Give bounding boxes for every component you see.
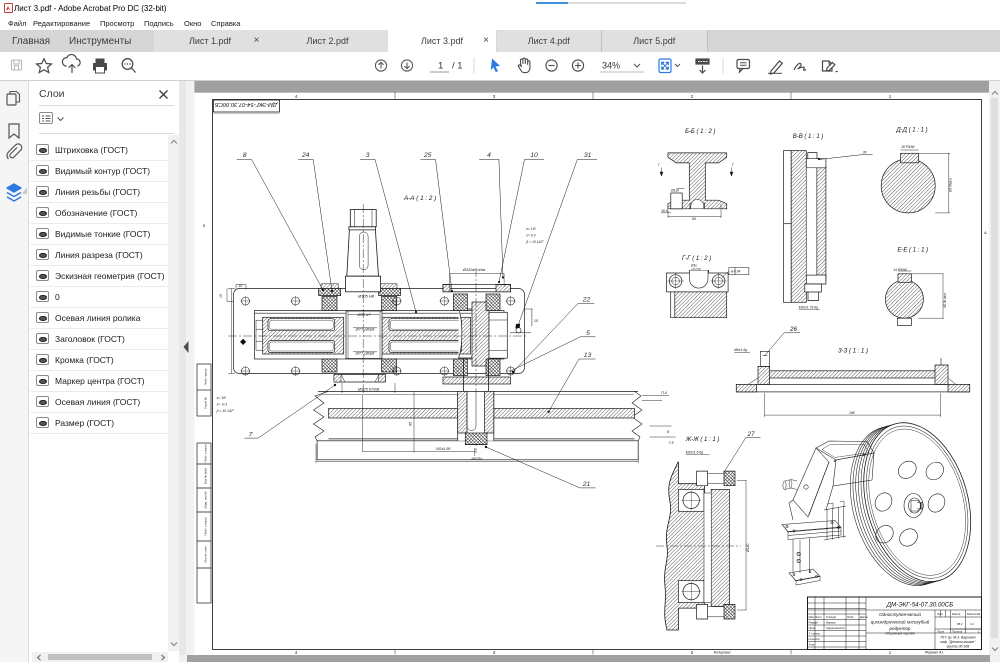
svg-text:Разраб: Разраб	[809, 621, 819, 625]
svg-text:⊕ 0.04: ⊕ 0.04	[731, 270, 741, 274]
svg-text:β = 10.142°: β = 10.142°	[216, 409, 235, 413]
svg-text:Д-Д ( 1 : 1 ): Д-Д ( 1 : 1 )	[896, 128, 928, 134]
svg-text:группа Зб-638: группа Зб-638	[947, 645, 970, 649]
svg-text:14 P9/h9: 14 P9/h9	[893, 268, 906, 272]
svg-text:А-А ( 1 : 2 ): А-А ( 1 : 2 )	[403, 195, 436, 202]
svg-text:Е-Е ( 1 : 1 ): Е-Е ( 1 : 1 )	[897, 248, 928, 254]
svg-text:Ø30 k7: Ø30 k7	[357, 312, 372, 317]
svg-text:Иванов: Иванов	[826, 621, 836, 625]
svg-text:16.6: 16.6	[661, 209, 668, 213]
svg-text:34%: 34%	[602, 61, 620, 71]
svg-text:1: 1	[438, 61, 443, 72]
svg-text:Сборочный чертёж: Сборочный чертёж	[885, 632, 915, 636]
svg-text:10: 10	[530, 152, 538, 159]
svg-text:13: 13	[584, 352, 592, 359]
svg-text:7.5: 7.5	[669, 441, 674, 445]
svg-text:Подп: Подп	[847, 615, 854, 619]
svg-text:цилиндрический косозубый: цилиндрический косозубый	[871, 619, 930, 625]
svg-text:8: 8	[667, 430, 669, 434]
svg-text:95: 95	[409, 422, 413, 426]
svg-text:22: 22	[582, 297, 591, 304]
svg-text:Подп. и дата: Подп. и дата	[204, 517, 208, 535]
svg-text:М6х1-6g: М6х1-6g	[734, 348, 747, 352]
svg-text:Лист: Лист	[936, 630, 945, 634]
svg-text:Инв № подл: Инв № подл	[204, 546, 208, 563]
svg-text:242х1.95: 242х1.95	[435, 447, 451, 451]
svg-text:ДМ-ЭКГ-54-07.30.00СБ: ДМ-ЭКГ-54-07.30.00СБ	[215, 101, 278, 107]
svg-text:Масштаб: Масштаб	[967, 612, 980, 616]
svg-text:Чернилевский: Чернилевский	[826, 626, 845, 630]
svg-text:Ø77 p8/p8: Ø77 p8/p8	[355, 326, 375, 331]
svg-text:β = 10.142°: β = 10.142°	[525, 240, 544, 244]
svg-text:24: 24	[301, 152, 310, 159]
svg-text:z= 10!: z= 10!	[216, 396, 226, 400]
svg-text:редуктор: редуктор	[889, 626, 911, 631]
svg-text:М10х1.5-6g: М10х1.5-6g	[686, 451, 704, 455]
svg-text:Ø678+: Ø678+	[471, 457, 483, 461]
svg-text:25: 25	[423, 152, 432, 159]
svg-text:28: 28	[862, 150, 867, 154]
svg-text:# докум: # докум	[826, 615, 836, 619]
svg-text:84: 84	[692, 217, 696, 221]
svg-text:Лит.: Лит.	[936, 612, 944, 616]
svg-text:3: 3	[366, 152, 370, 159]
svg-text:4: 4	[487, 152, 491, 159]
svg-text:Т. контр: Т. контр	[809, 632, 821, 636]
svg-text:Подп. и дата: Подп. и дата	[204, 444, 208, 462]
svg-text:+0.010: +0.010	[691, 268, 701, 272]
svg-text:Изм Лист: Изм Лист	[809, 615, 823, 619]
svg-text:x= 0.3: x= 0.3	[525, 234, 535, 238]
svg-text:П.4: П.4	[661, 391, 667, 395]
svg-text:Ø140: Ø140	[746, 544, 750, 553]
svg-text:М10х1.75-6g: М10х1.75-6g	[799, 306, 818, 310]
svg-text:Ø105 H8: Ø105 H8	[357, 294, 375, 299]
svg-text:Листов: Листов	[951, 630, 963, 634]
svg-text:27: 27	[747, 431, 755, 438]
svg-text:Подп. присм: Подп. присм	[204, 369, 208, 386]
svg-text:Инв № дубл: Инв № дубл	[204, 468, 208, 485]
svg-text:Дата: Дата	[859, 615, 868, 619]
svg-text:198: 198	[849, 411, 855, 415]
svg-text:каф. "Детали машин": каф. "Детали машин"	[941, 640, 977, 644]
svg-text:Г-Г ( 1 : 2 ): Г-Г ( 1 : 2 )	[682, 256, 711, 262]
svg-text:Формат А1: Формат А1	[925, 651, 944, 655]
svg-text:31: 31	[584, 152, 592, 159]
svg-text:Ø77 p8/p8: Ø77 p8/p8	[355, 350, 375, 355]
svg-text:Ж-Ж ( 1 : 1 ): Ж-Ж ( 1 : 1 )	[685, 437, 720, 443]
svg-text:/ 1: / 1	[452, 61, 463, 72]
svg-text:ДМ-ЭКГ-54-07.30.00СБ: ДМ-ЭКГ-54-07.30.00СБ	[886, 602, 953, 609]
svg-text:ПГУ гр. М-3. Вариант: ПГУ гр. М-3. Вариант	[940, 636, 975, 640]
svg-text:18 P9/h9: 18 P9/h9	[901, 145, 914, 149]
svg-text:Ø125 k7/пВ: Ø125 k7/пВ	[357, 386, 379, 391]
svg-text:Ø176кв.н: Ø176кв.н	[949, 178, 953, 193]
svg-text:15: 15	[219, 294, 223, 298]
svg-text:Город №: Город №	[204, 396, 208, 409]
svg-text:16: 16	[239, 284, 243, 288]
svg-text:1:2: 1:2	[970, 622, 974, 626]
svg-text:Одноступенчатый: Одноступенчатый	[879, 611, 921, 617]
svg-text:z= 10!: z= 10!	[525, 227, 535, 231]
svg-text:x= -0.3: x= -0.3	[216, 403, 228, 407]
svg-text:Б-Б ( 1 : 2 ): Б-Б ( 1 : 2 )	[685, 129, 715, 135]
svg-text:Масса: Масса	[952, 612, 961, 616]
svg-text:15: 15	[534, 319, 538, 323]
svg-text:Ø12к: Ø12к	[670, 189, 679, 193]
svg-text:7: 7	[249, 431, 253, 438]
svg-text:В-В ( 1 : 1 ): В-В ( 1 : 1 )	[793, 134, 824, 140]
svg-text:Ø110ж+л/пв: Ø110ж+л/пв	[462, 267, 485, 272]
svg-text:Копировал: Копировал	[714, 651, 731, 655]
svg-text:21: 21	[582, 481, 591, 488]
svg-text:88,9: 88,9	[957, 622, 963, 626]
svg-text:Н.контр: Н.контр	[809, 637, 821, 641]
svg-text:26: 26	[789, 326, 797, 333]
svg-text:А: А	[984, 230, 987, 235]
svg-text:46.3h кв.н: 46.3h кв.н	[943, 293, 947, 308]
svg-text:5: 5	[586, 330, 590, 337]
svg-text:З-З ( 1 : 1 ): З-З ( 1 : 1 )	[838, 349, 868, 355]
svg-text:Утв: Утв	[809, 643, 815, 647]
svg-text:Пров: Пров	[809, 626, 816, 630]
svg-text:8: 8	[243, 152, 247, 159]
svg-text:Взам. инв №: Взам. инв №	[204, 491, 208, 509]
